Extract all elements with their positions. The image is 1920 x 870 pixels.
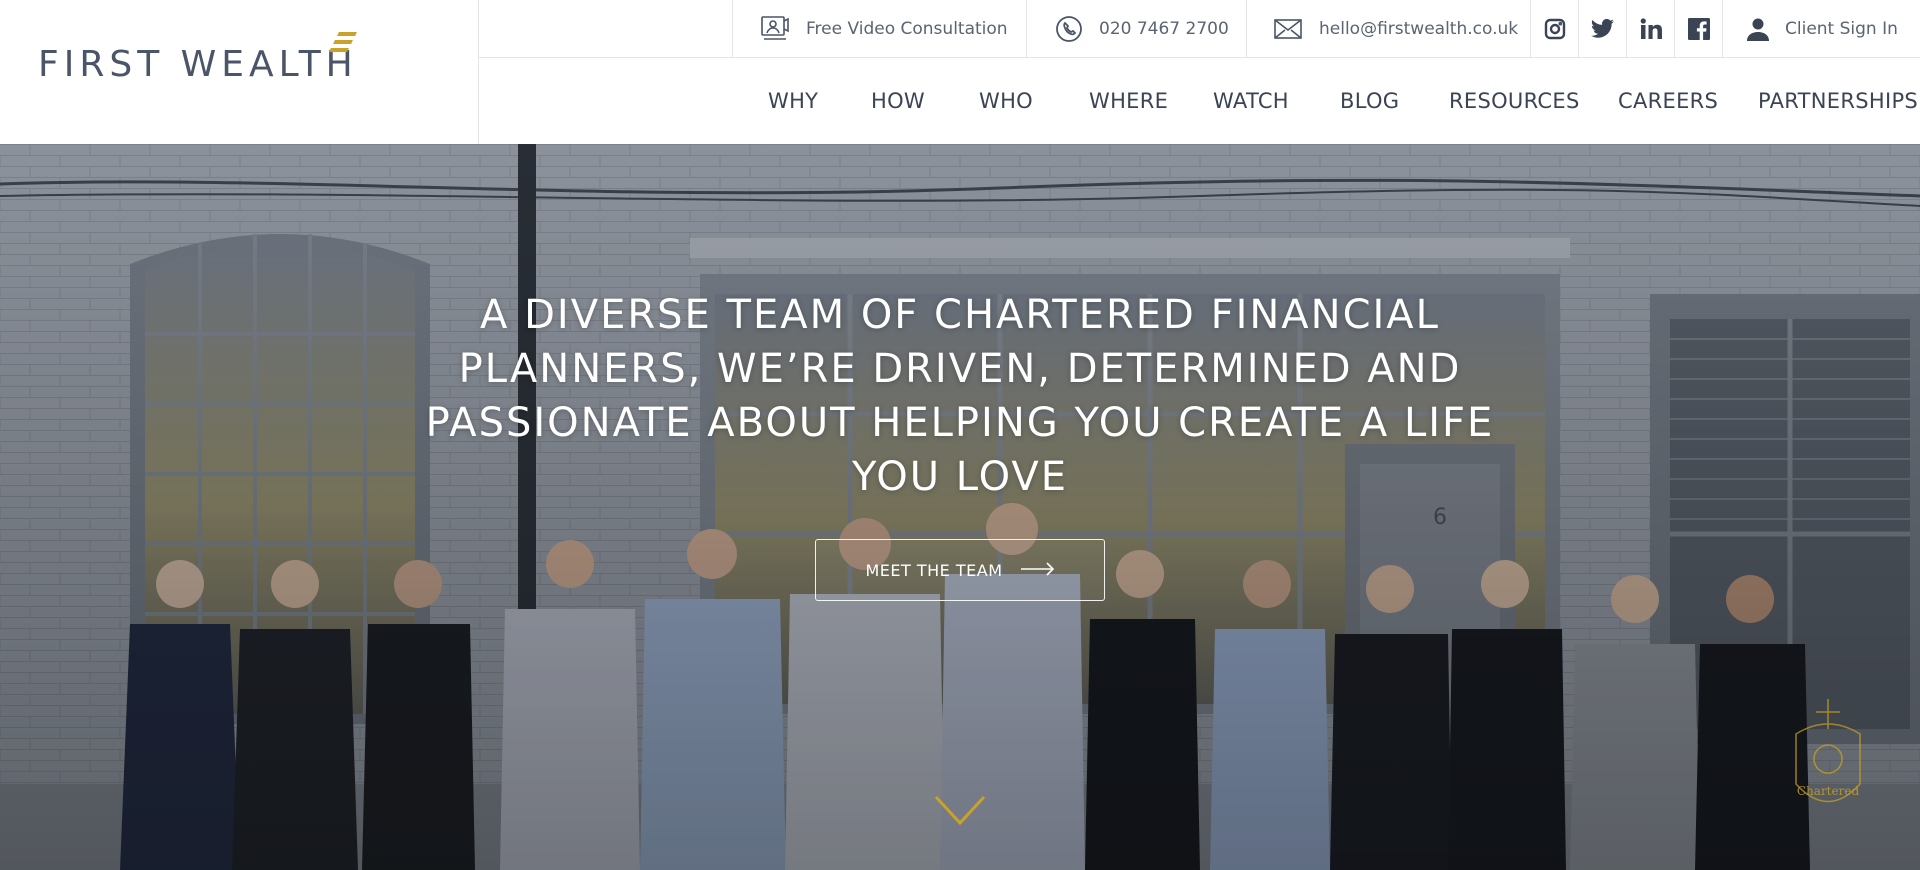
- facebook-link[interactable]: [1674, 0, 1722, 58]
- chartered-badge-label: Chartered: [1796, 784, 1860, 798]
- instagram-icon: [1544, 18, 1565, 40]
- linkedin-icon: [1640, 18, 1662, 39]
- phone-link[interactable]: 020 7467 2700: [1026, 0, 1246, 58]
- arrow-right-icon: [1020, 561, 1055, 580]
- utility-bar: Free Video Consultation 020 7467 2700 he…: [479, 0, 1920, 58]
- instagram-link[interactable]: [1530, 0, 1578, 58]
- email-link[interactable]: hello@firstwealth.co.uk: [1246, 0, 1530, 58]
- nav-item-who[interactable]: WHO: [979, 89, 1033, 113]
- envelope-icon: [1273, 18, 1303, 40]
- hero-headline: A DIVERSE TEAM OF CHARTERED FINANCIAL PL…: [425, 292, 1495, 500]
- hero-overlay: [0, 144, 1920, 870]
- email-address: hello@firstwealth.co.uk: [1319, 19, 1519, 39]
- nav-item-watch[interactable]: WATCH: [1213, 89, 1289, 113]
- facebook-icon: [1687, 18, 1710, 40]
- phone-number: 020 7467 2700: [1099, 19, 1229, 39]
- nav-item-partnerships[interactable]: PARTNERSHIPS: [1758, 89, 1918, 113]
- nav-item-careers[interactable]: CAREERS: [1618, 89, 1718, 113]
- nav-item-blog[interactable]: BLOG: [1340, 89, 1399, 113]
- brand-logo-text[interactable]: FIRST WEALTH: [38, 44, 358, 85]
- twitter-icon: [1590, 19, 1614, 38]
- brand-logo-mark-icon: [329, 32, 358, 56]
- chartered-badge-icon: [1795, 699, 1861, 803]
- meet-the-team-button[interactable]: MEET THE TEAM: [815, 539, 1105, 601]
- main-navigation: WHY HOW WHO WHERE WATCH BLOG RESOURCES C…: [479, 59, 1920, 144]
- site-header: FIRST WEALTH Free Video Consultation 020…: [0, 0, 1920, 144]
- nav-item-where[interactable]: WHERE: [1089, 89, 1168, 113]
- nav-item-why[interactable]: WHY: [768, 89, 818, 113]
- phone-icon: [1055, 15, 1083, 43]
- client-sign-in-label: Client Sign In: [1785, 19, 1898, 39]
- user-icon: [1747, 17, 1769, 41]
- consultation-label: Free Video Consultation: [806, 19, 1008, 39]
- nav-item-resources[interactable]: RESOURCES: [1449, 89, 1580, 113]
- hero-section: 6 A DIVERSE TEAM OF CHARTE: [0, 144, 1920, 870]
- client-sign-in-link[interactable]: Client Sign In: [1722, 0, 1920, 58]
- logo-container[interactable]: FIRST WEALTH: [0, 0, 479, 144]
- scroll-down-chevron-icon[interactable]: [933, 794, 987, 828]
- nav-item-how[interactable]: HOW: [871, 89, 925, 113]
- video-consultation-icon: [760, 15, 790, 43]
- meet-the-team-label: MEET THE TEAM: [865, 560, 1003, 580]
- free-video-consultation-link[interactable]: Free Video Consultation: [732, 0, 1026, 58]
- linkedin-link[interactable]: [1626, 0, 1674, 58]
- twitter-link[interactable]: [1578, 0, 1626, 58]
